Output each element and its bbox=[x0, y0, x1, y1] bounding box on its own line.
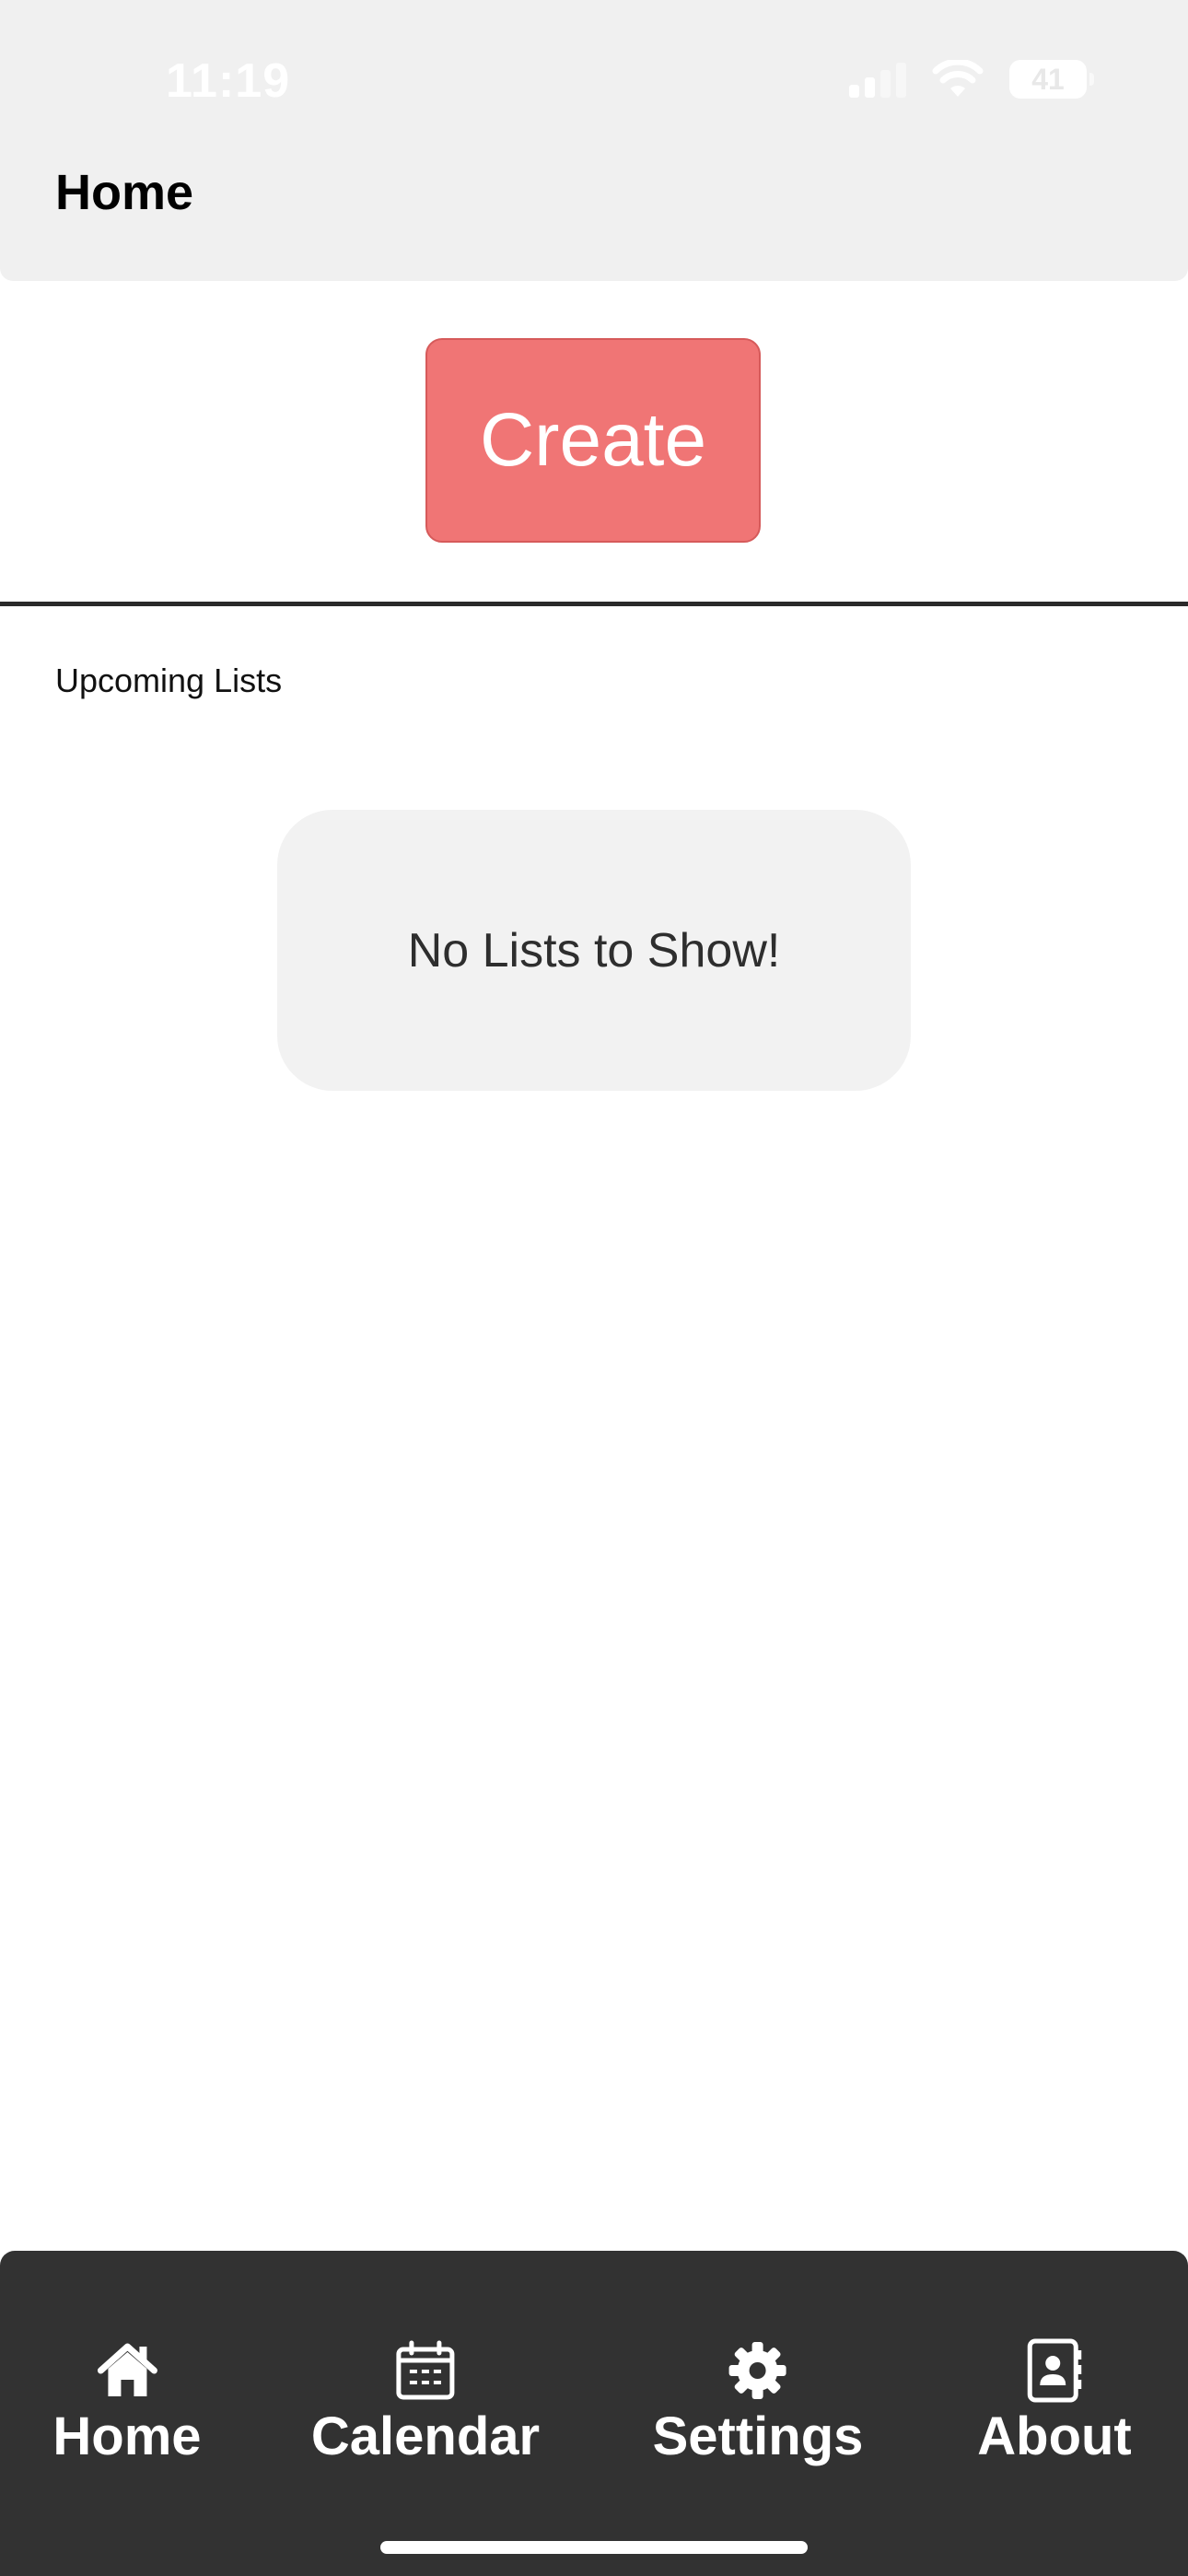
page-title: Home bbox=[55, 165, 194, 220]
tab-settings-label: Settings bbox=[652, 2406, 864, 2466]
home-icon bbox=[94, 2337, 160, 2404]
cellular-signal-icon bbox=[849, 61, 906, 98]
home-indicator[interactable] bbox=[380, 2541, 808, 2554]
battery-level: 41 bbox=[1031, 62, 1065, 96]
gear-icon bbox=[725, 2337, 791, 2404]
status-icons: 41 bbox=[849, 57, 1094, 101]
tab-calendar[interactable]: Calendar bbox=[311, 2337, 540, 2467]
tab-home[interactable]: Home bbox=[52, 2337, 202, 2467]
battery-icon: 41 bbox=[1009, 60, 1094, 99]
wifi-icon bbox=[932, 60, 984, 97]
empty-state-card: No Lists to Show! bbox=[277, 810, 911, 1091]
upcoming-lists-heading: Upcoming Lists bbox=[55, 662, 283, 699]
contact-book-icon bbox=[1021, 2337, 1088, 2404]
tab-about[interactable]: About bbox=[977, 2337, 1132, 2467]
app-header: 11:19 41 Home bbox=[0, 0, 1188, 281]
tab-about-label: About bbox=[977, 2406, 1132, 2466]
tab-bar: Home Calendar Settings About bbox=[0, 2251, 1188, 2576]
tab-calendar-label: Calendar bbox=[310, 2406, 541, 2466]
tab-settings[interactable]: Settings bbox=[652, 2337, 864, 2467]
calendar-icon bbox=[392, 2337, 459, 2404]
create-button[interactable]: Create bbox=[425, 338, 761, 543]
divider bbox=[0, 602, 1188, 606]
tab-home-label: Home bbox=[52, 2406, 202, 2466]
status-time: 11:19 bbox=[166, 54, 291, 108]
empty-state-message: No Lists to Show! bbox=[407, 923, 781, 978]
